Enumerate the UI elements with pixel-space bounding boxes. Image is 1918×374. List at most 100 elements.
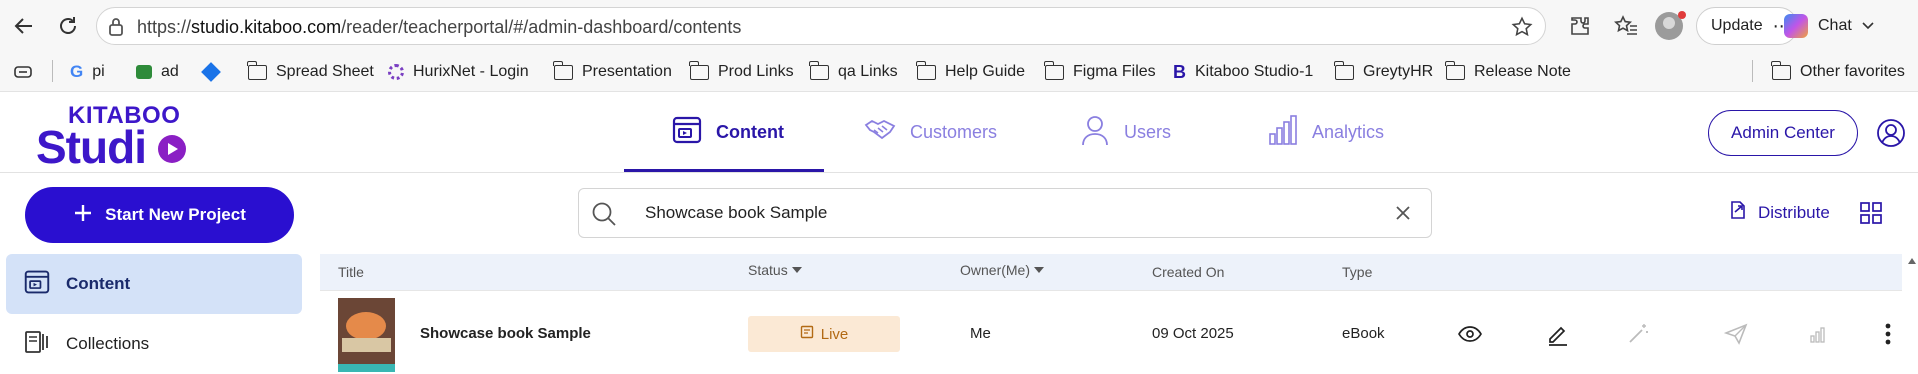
- bookmark-label: Other favorites: [1800, 63, 1905, 80]
- bookmark-greytyhr[interactable]: GreytyHR: [1334, 60, 1434, 84]
- start-new-project-button[interactable]: Start New Project: [25, 187, 294, 243]
- live-status-icon: [800, 325, 814, 343]
- handshake-icon: [864, 117, 896, 148]
- column-header-created-on: Created On: [1152, 264, 1225, 280]
- bar-chart-icon: [1268, 114, 1298, 151]
- chat-label: Chat: [1818, 17, 1852, 34]
- extensions-icon[interactable]: [1566, 12, 1594, 40]
- content-icon: [24, 269, 50, 300]
- tab-label: Content: [716, 121, 784, 142]
- bookmark-label: HurixNet - Login: [413, 63, 529, 80]
- bookmark-hurixnet[interactable]: HurixNet - Login: [388, 60, 529, 84]
- tab-content[interactable]: Content: [672, 92, 784, 172]
- sidebar-item-collections[interactable]: Collections: [6, 314, 302, 374]
- column-header-type: Type: [1342, 264, 1373, 280]
- bookmark-label: Presentation: [582, 63, 672, 80]
- send-icon[interactable]: [1722, 320, 1750, 348]
- sidebar-item-label: Content: [66, 274, 131, 293]
- search-input[interactable]: Showcase book Sample: [645, 203, 827, 223]
- book-cover-thumbnail[interactable]: [338, 298, 395, 372]
- bookmark-label: Prod Links: [718, 63, 794, 80]
- reading-list-icon[interactable]: [14, 60, 34, 84]
- admin-center-label: Admin Center: [1731, 123, 1835, 142]
- grid-view-icon[interactable]: [1860, 202, 1882, 229]
- site-info-icon[interactable]: [107, 17, 125, 42]
- admin-center-button[interactable]: Admin Center: [1708, 110, 1858, 156]
- folder-icon: [1334, 60, 1354, 80]
- start-new-project-label: Start New Project: [105, 205, 246, 224]
- row-title[interactable]: Showcase book Sample: [420, 325, 591, 342]
- bookmark-figma-files[interactable]: Figma Files: [1044, 60, 1156, 84]
- favorite-star-icon[interactable]: [1511, 16, 1533, 43]
- collections-icon: [24, 329, 50, 360]
- column-header-title: Title: [338, 264, 364, 280]
- clear-search-icon[interactable]: [1393, 203, 1413, 228]
- kitaboo-app: KITABOO Studi Content Customers Users An…: [0, 92, 1918, 372]
- bookmark-spread-sheet[interactable]: Spread Sheet: [247, 60, 374, 84]
- folder-icon: [553, 60, 573, 80]
- folder-icon: [689, 60, 709, 80]
- bookmark-label: Spread Sheet: [276, 63, 374, 80]
- bookmark-label: Release Note: [1474, 63, 1571, 80]
- user-icon: [1080, 114, 1110, 151]
- bookmark-other-favorites[interactable]: Other favorites: [1771, 60, 1905, 84]
- row-created-on: 09 Oct 2025: [1152, 325, 1234, 342]
- scrollbar-up-arrow[interactable]: [1908, 258, 1916, 264]
- bookmark-pi[interactable]: G pi: [70, 60, 105, 84]
- bookmark-ad[interactable]: ad: [136, 60, 179, 84]
- sort-caret-icon: [1034, 267, 1045, 273]
- diamond-icon: [201, 62, 221, 82]
- bookmark-help-guide[interactable]: Help Guide: [916, 60, 1026, 84]
- tab-users[interactable]: Users: [1080, 92, 1171, 172]
- favorites-icon[interactable]: [1612, 12, 1640, 40]
- bookmark-label: ad: [161, 63, 179, 80]
- bookmark-qa-links[interactable]: qa Links: [809, 60, 898, 84]
- bookmark-separator: [52, 60, 53, 82]
- more-vertical-icon[interactable]: [1874, 320, 1902, 348]
- bookmark-label: pi: [92, 63, 105, 80]
- logo-play-icon: [158, 135, 186, 163]
- refresh-icon[interactable]: [52, 10, 84, 42]
- back-icon[interactable]: [8, 10, 40, 42]
- bookmark-prod-links[interactable]: Prod Links: [689, 60, 794, 84]
- tab-analytics[interactable]: Analytics: [1268, 92, 1384, 172]
- address-bar[interactable]: https://studio.kitaboo.com/reader/teache…: [96, 7, 1546, 45]
- kitaboo-b-icon: B: [1173, 61, 1186, 82]
- account-profile-icon[interactable]: [1876, 118, 1906, 153]
- sort-caret-icon: [791, 267, 802, 273]
- spinner-logo-icon: [388, 64, 404, 80]
- distribute-label: Distribute: [1758, 202, 1830, 222]
- update-label: Update: [1711, 17, 1763, 34]
- folder-icon: [916, 60, 936, 80]
- header-divider: [0, 172, 1918, 173]
- edit-pencil-icon[interactable]: [1544, 320, 1572, 348]
- browser-toolbar: https://studio.kitaboo.com/reader/teache…: [0, 0, 1918, 52]
- eye-icon[interactable]: [1456, 320, 1484, 348]
- column-header-status[interactable]: Status: [748, 262, 802, 278]
- column-header-owner[interactable]: Owner(Me): [960, 262, 1045, 278]
- bookmark-separator: [1752, 60, 1753, 82]
- bookmark-diamond[interactable]: [201, 60, 221, 84]
- tab-label: Customers: [910, 121, 998, 142]
- chat-app-icon: [136, 65, 152, 79]
- sidebar-item-content[interactable]: Content: [6, 254, 302, 314]
- content-table-header: Title Status Owner(Me) Created On Type: [320, 254, 1902, 290]
- url-text: https://studio.kitaboo.com/reader/teache…: [137, 17, 742, 37]
- status-badge: Live: [748, 316, 900, 352]
- bookmark-label: Help Guide: [945, 63, 1026, 80]
- magic-wand-icon[interactable]: [1624, 320, 1652, 348]
- distribute-button[interactable]: Distribute: [1728, 200, 1830, 225]
- bookmark-label: Kitaboo Studio-1: [1195, 63, 1314, 80]
- chat-button[interactable]: Chat: [1770, 7, 1910, 45]
- chevron-down-icon: [1862, 17, 1874, 35]
- content-search-box[interactable]: Showcase book Sample: [578, 188, 1432, 238]
- copilot-icon: [1784, 14, 1808, 38]
- tab-customers[interactable]: Customers: [864, 92, 997, 172]
- bookmark-label: GreytyHR: [1363, 63, 1434, 80]
- tab-label: Users: [1124, 121, 1172, 142]
- bookmark-presentation[interactable]: Presentation: [553, 60, 672, 84]
- analytics-icon[interactable]: [1804, 320, 1832, 348]
- google-icon: G: [70, 62, 84, 81]
- bookmark-release-note[interactable]: Release Note: [1445, 60, 1571, 84]
- bookmark-kitaboo-studio[interactable]: B Kitaboo Studio-1: [1173, 60, 1313, 84]
